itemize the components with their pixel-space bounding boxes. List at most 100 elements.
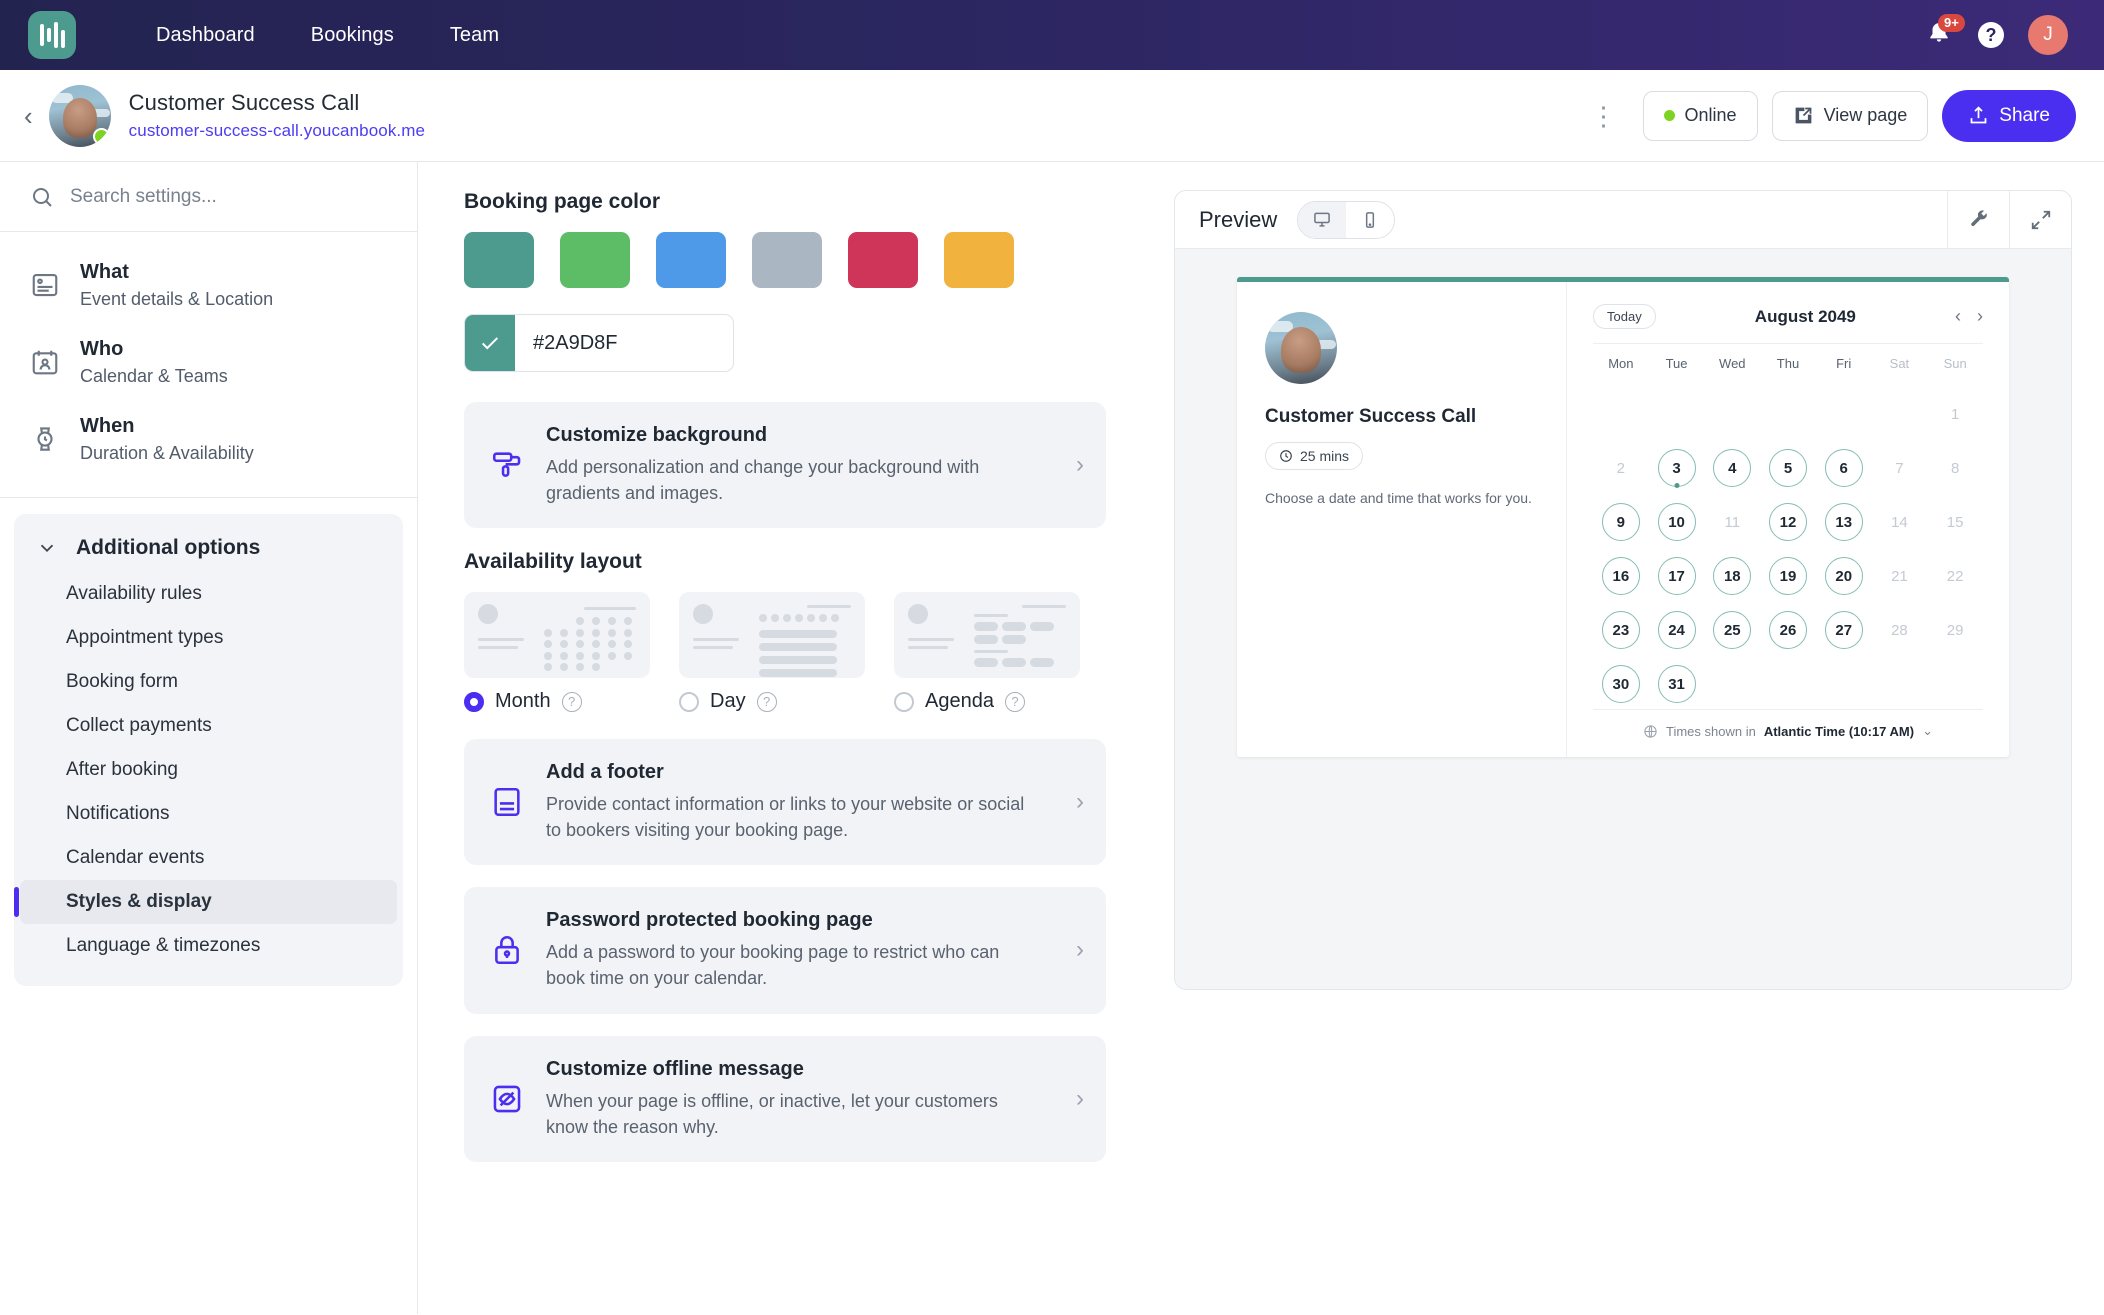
sidebar-item-who[interactable]: Who Calendar & Teams [0,323,417,400]
color-hex-value[interactable]: #2A9D8F [515,332,618,355]
calendar-day-cell[interactable]: 10 [1649,497,1705,547]
calendar-day-cell[interactable]: 6 [1816,443,1872,493]
search-settings-row[interactable]: Search settings... [0,162,417,232]
nav-dashboard[interactable]: Dashboard [128,14,283,57]
preview-expand-button[interactable] [2009,191,2071,248]
calendar-day[interactable]: 19 [1768,557,1807,595]
sidebar-item-availability-rules[interactable]: Availability rules [14,572,403,616]
sidebar-item-collect-payments[interactable]: Collect payments [14,704,403,748]
sidebar-item-when[interactable]: When Duration & Availability [0,400,417,477]
add-footer-card[interactable]: Add a footer Provide contact information… [464,739,1106,866]
prev-month-button[interactable]: ‹ [1955,306,1961,327]
share-button[interactable]: Share [1942,89,2076,142]
password-protected-card[interactable]: Password protected booking page Add a pa… [464,887,1106,1014]
layout-thumb-agenda[interactable] [894,592,1080,679]
color-swatch-blue[interactable] [656,232,726,288]
next-month-button[interactable]: › [1977,306,1983,327]
color-swatch-teal[interactable] [464,232,534,288]
radio-month[interactable]: Month ? [464,690,650,713]
calendar-day[interactable]: 23 [1601,611,1640,649]
calendar-day[interactable]: 17 [1657,557,1696,595]
youcanbookme-logo[interactable] [28,11,76,59]
color-swatch-red[interactable] [848,232,918,288]
layout-thumb-day[interactable] [679,592,865,679]
calendar-day[interactable]: 3 [1657,449,1696,487]
calendar-day-cell[interactable]: 13 [1816,497,1872,547]
sidebar-item-language-timezones[interactable]: Language & timezones [14,924,403,968]
calendar-day-cell[interactable]: 17 [1649,551,1705,601]
radio-agenda[interactable]: Agenda ? [894,690,1080,713]
calendar-day[interactable]: 13 [1824,503,1863,541]
calendar-day[interactable]: 6 [1824,449,1863,487]
booking-page-url-link[interactable]: customer-success-call.youcanbook.me [129,121,425,141]
calendar-day[interactable]: 9 [1601,503,1640,541]
sidebar-item-after-booking[interactable]: After booking [14,748,403,792]
watch-clock-icon [37,426,53,451]
color-swatch-green[interactable] [560,232,630,288]
radio-day[interactable]: Day ? [679,690,865,713]
calendar-day[interactable]: 30 [1601,665,1640,703]
help-tooltip-icon[interactable]: ? [756,691,777,712]
mobile-preview-button[interactable] [1346,201,1395,238]
sidebar-item-booking-form[interactable]: Booking form [14,660,403,704]
sidebar-item-appointment-types[interactable]: Appointment types [14,616,403,660]
calendar-day[interactable]: 12 [1768,503,1807,541]
calendar-day-cell[interactable]: 31 [1649,659,1705,709]
more-options-button[interactable]: ⋮ [1579,103,1629,129]
customize-offline-message-card[interactable]: Customize offline message When your page… [464,1035,1106,1162]
sidebar-item-calendar-events[interactable]: Calendar events [14,836,403,880]
custom-color-input[interactable]: #2A9D8F [464,314,734,372]
calendar-day-cell[interactable]: 12 [1760,497,1816,547]
back-button[interactable]: ‹ [24,103,33,129]
calendar-day[interactable]: 24 [1657,611,1696,649]
search-input[interactable]: Search settings... [70,186,217,208]
help-tooltip-icon[interactable]: ? [561,691,582,712]
help-tooltip-icon[interactable]: ? [1004,691,1025,712]
user-avatar[interactable]: J [2028,15,2068,55]
preview-settings-button[interactable] [1947,191,2009,248]
online-status-button[interactable]: Online [1642,90,1758,141]
calendar-day[interactable]: 4 [1713,449,1752,487]
calendar-day-cell[interactable]: 16 [1593,551,1649,601]
additional-options-toggle[interactable]: Additional options [14,528,403,572]
calendar-day[interactable]: 5 [1768,449,1807,487]
calendar-day[interactable]: 16 [1601,557,1640,595]
calendar-day-cell[interactable]: 26 [1760,605,1816,655]
calendar-day[interactable]: 20 [1824,557,1863,595]
nav-bookings[interactable]: Bookings [283,14,422,57]
calendar-weekday: Wed [1704,343,1761,385]
calendar-day-cell[interactable]: 27 [1816,605,1872,655]
view-page-button[interactable]: View page [1771,90,1929,141]
calendar-day-cell[interactable]: 19 [1760,551,1816,601]
today-button[interactable]: Today [1593,304,1656,329]
notifications-button[interactable]: 9+ [1926,14,1965,50]
calendar-day-cell[interactable]: 30 [1593,659,1649,709]
sidebar-item-styles-display[interactable]: Styles & display [14,880,397,924]
layout-thumb-month[interactable] [464,592,650,679]
calendar-day[interactable]: 27 [1824,611,1863,649]
sidebar-item-notifications[interactable]: Notifications [14,792,403,836]
color-swatch-gray[interactable] [752,232,822,288]
timezone-bar[interactable]: Times shown in Atlantic Time (10:17 AM) … [1593,709,1983,739]
calendar-day-cell[interactable]: 3 [1649,443,1705,493]
calendar-day-cell[interactable]: 5 [1760,443,1816,493]
calendar-day[interactable]: 31 [1657,665,1696,703]
calendar-weekday: Sat [1871,343,1928,385]
calendar-day-cell[interactable]: 23 [1593,605,1649,655]
calendar-day-cell[interactable]: 20 [1816,551,1872,601]
calendar-day[interactable]: 25 [1713,611,1752,649]
nav-team[interactable]: Team [422,14,527,57]
calendar-day-cell[interactable]: 18 [1704,551,1760,601]
color-swatch-orange[interactable] [944,232,1014,288]
customize-background-card[interactable]: Customize background Add personalization… [464,402,1106,529]
calendar-day-cell[interactable]: 4 [1704,443,1760,493]
help-icon[interactable]: ? [1978,22,2004,48]
calendar-day[interactable]: 18 [1713,557,1752,595]
calendar-day-cell[interactable]: 24 [1649,605,1705,655]
desktop-preview-button[interactable] [1298,201,1347,238]
calendar-day[interactable]: 10 [1657,503,1696,541]
calendar-day[interactable]: 26 [1768,611,1807,649]
sidebar-item-what[interactable]: What Event details & Location [0,246,417,323]
calendar-day-cell[interactable]: 25 [1704,605,1760,655]
calendar-day-cell[interactable]: 9 [1593,497,1649,547]
